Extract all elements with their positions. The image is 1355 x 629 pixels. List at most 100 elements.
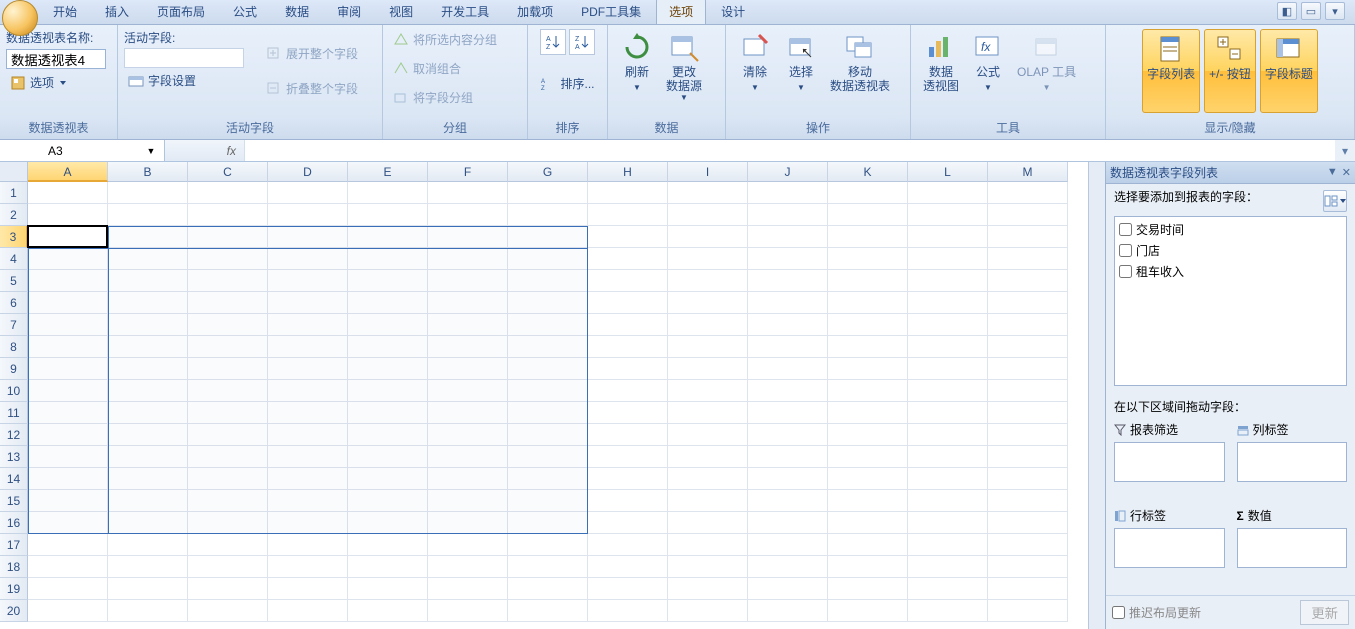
cell[interactable] [108, 292, 188, 314]
cell[interactable] [828, 490, 908, 512]
cell[interactable] [268, 490, 348, 512]
cell[interactable] [828, 270, 908, 292]
cell[interactable] [348, 314, 428, 336]
cell[interactable] [988, 182, 1068, 204]
vertical-scrollbar[interactable] [1088, 162, 1105, 629]
cell[interactable] [748, 512, 828, 534]
cell[interactable] [428, 292, 508, 314]
cell[interactable] [268, 270, 348, 292]
cell[interactable] [988, 490, 1068, 512]
cell[interactable] [428, 270, 508, 292]
cell[interactable] [508, 358, 588, 380]
clear-button[interactable]: 清除▼ [732, 29, 778, 113]
cell[interactable] [108, 226, 188, 248]
cell[interactable] [428, 468, 508, 490]
cell[interactable] [268, 468, 348, 490]
cell[interactable] [908, 270, 988, 292]
cell[interactable] [988, 424, 1068, 446]
cell[interactable] [588, 424, 668, 446]
active-field-input[interactable] [124, 48, 244, 68]
formula-input[interactable] [245, 140, 1335, 161]
cell[interactable] [588, 358, 668, 380]
cell[interactable] [188, 490, 268, 512]
cell[interactable] [348, 578, 428, 600]
cell[interactable] [348, 248, 428, 270]
cell[interactable] [988, 534, 1068, 556]
cell[interactable] [28, 512, 108, 534]
cell[interactable] [988, 358, 1068, 380]
cell[interactable] [108, 182, 188, 204]
cell[interactable] [668, 468, 748, 490]
cell[interactable] [988, 578, 1068, 600]
cell[interactable] [188, 380, 268, 402]
name-box[interactable]: A3 ▼ [0, 140, 165, 161]
cell[interactable] [108, 490, 188, 512]
zone-rows-box[interactable] [1114, 528, 1225, 568]
cell[interactable] [428, 402, 508, 424]
cell[interactable] [988, 446, 1068, 468]
name-box-dropdown[interactable]: ▼ [144, 146, 158, 156]
cell[interactable] [588, 578, 668, 600]
cell[interactable] [508, 578, 588, 600]
cell[interactable] [508, 270, 588, 292]
cell[interactable] [348, 556, 428, 578]
cell[interactable] [588, 490, 668, 512]
sort-desc-button[interactable]: ZA [569, 29, 595, 55]
refresh-button[interactable]: 刷新▼ [614, 29, 660, 113]
field-settings-button[interactable]: 字段设置 [124, 70, 244, 91]
cell[interactable] [588, 182, 668, 204]
cell[interactable] [28, 424, 108, 446]
change-datasource-button[interactable]: 更改 数据源▼ [660, 29, 708, 113]
cell[interactable] [908, 380, 988, 402]
col-header-G[interactable]: G [508, 162, 588, 182]
cell[interactable] [268, 336, 348, 358]
cell[interactable] [988, 468, 1068, 490]
cell[interactable] [268, 534, 348, 556]
cell[interactable] [28, 358, 108, 380]
cell[interactable] [748, 402, 828, 424]
cell[interactable] [508, 380, 588, 402]
cell[interactable] [188, 182, 268, 204]
cell[interactable] [348, 468, 428, 490]
col-header-L[interactable]: L [908, 162, 988, 182]
cell[interactable] [908, 336, 988, 358]
cell[interactable] [828, 468, 908, 490]
tab-10[interactable]: 选项 [656, 0, 706, 24]
cell[interactable] [28, 182, 108, 204]
cell[interactable] [108, 556, 188, 578]
cell[interactable] [348, 600, 428, 622]
field-item-2[interactable]: 租车收入 [1117, 261, 1344, 282]
update-button[interactable]: 更新 [1300, 600, 1349, 625]
office-button[interactable] [2, 0, 38, 36]
cell[interactable] [828, 556, 908, 578]
cell[interactable] [108, 358, 188, 380]
cell[interactable] [268, 446, 348, 468]
col-header-K[interactable]: K [828, 162, 908, 182]
cell[interactable] [108, 578, 188, 600]
cell[interactable] [508, 468, 588, 490]
cell[interactable] [508, 534, 588, 556]
cell[interactable] [268, 556, 348, 578]
cell[interactable] [988, 270, 1068, 292]
cell[interactable] [28, 314, 108, 336]
cell[interactable] [828, 314, 908, 336]
zone-vals-box[interactable] [1237, 528, 1348, 568]
cell[interactable] [108, 534, 188, 556]
cell[interactable] [108, 468, 188, 490]
cell[interactable] [668, 402, 748, 424]
cell[interactable] [908, 402, 988, 424]
cell[interactable] [188, 314, 268, 336]
col-header-D[interactable]: D [268, 162, 348, 182]
cell[interactable] [828, 402, 908, 424]
cell[interactable] [988, 248, 1068, 270]
cell[interactable] [108, 446, 188, 468]
cell[interactable] [588, 512, 668, 534]
field-checkbox[interactable] [1119, 265, 1132, 278]
cell[interactable] [108, 204, 188, 226]
cell[interactable] [748, 556, 828, 578]
cell[interactable] [28, 578, 108, 600]
cell[interactable] [428, 578, 508, 600]
cell[interactable] [748, 534, 828, 556]
col-header-C[interactable]: C [188, 162, 268, 182]
cell[interactable] [188, 204, 268, 226]
